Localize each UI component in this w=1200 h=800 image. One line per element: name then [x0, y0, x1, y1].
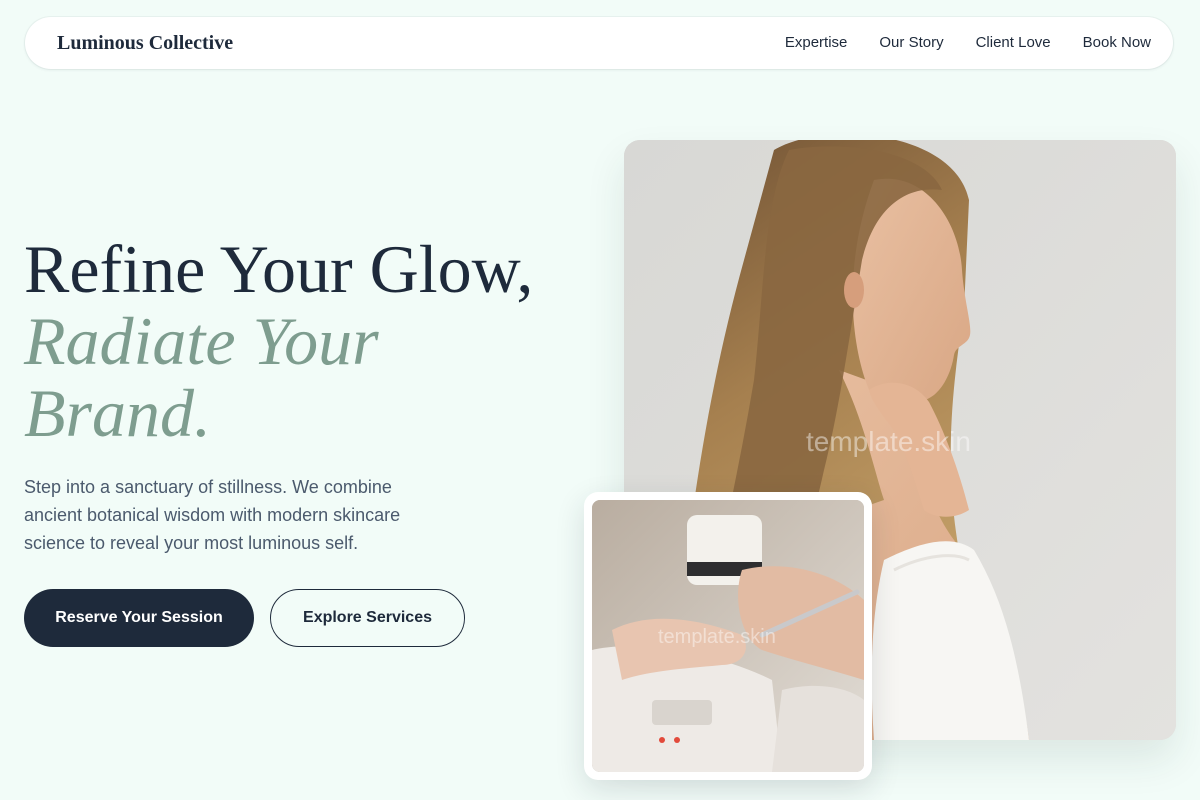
- hero-title-line-1: Refine Your Glow,: [24, 231, 534, 307]
- card-image-manicure: template.skin: [584, 492, 872, 780]
- hero-title: Refine Your Glow, Radiate Your Brand.: [24, 233, 533, 449]
- nav-link-expertise[interactable]: Expertise: [785, 34, 848, 52]
- nav-link-client-love[interactable]: Client Love: [976, 34, 1051, 52]
- hero-title-line-3: Brand.: [24, 375, 211, 451]
- brand-logo[interactable]: Luminous Collective: [57, 31, 233, 55]
- manicure-illustration: [592, 500, 864, 772]
- manicure-photo: template.skin: [592, 500, 864, 772]
- hero-title-line-2: Radiate Your: [24, 303, 379, 379]
- nav-links: Expertise Our Story Client Love Book Now: [785, 34, 1151, 52]
- nav-link-our-story[interactable]: Our Story: [879, 34, 943, 52]
- nav-link-book-now[interactable]: Book Now: [1083, 34, 1151, 52]
- hero-description: Step into a sanctuary of stillness. We c…: [24, 477, 401, 553]
- navbar: Luminous Collective Expertise Our Story …: [25, 17, 1173, 69]
- explore-services-button[interactable]: Explore Services: [270, 589, 465, 647]
- reserve-session-button[interactable]: Reserve Your Session: [24, 589, 254, 647]
